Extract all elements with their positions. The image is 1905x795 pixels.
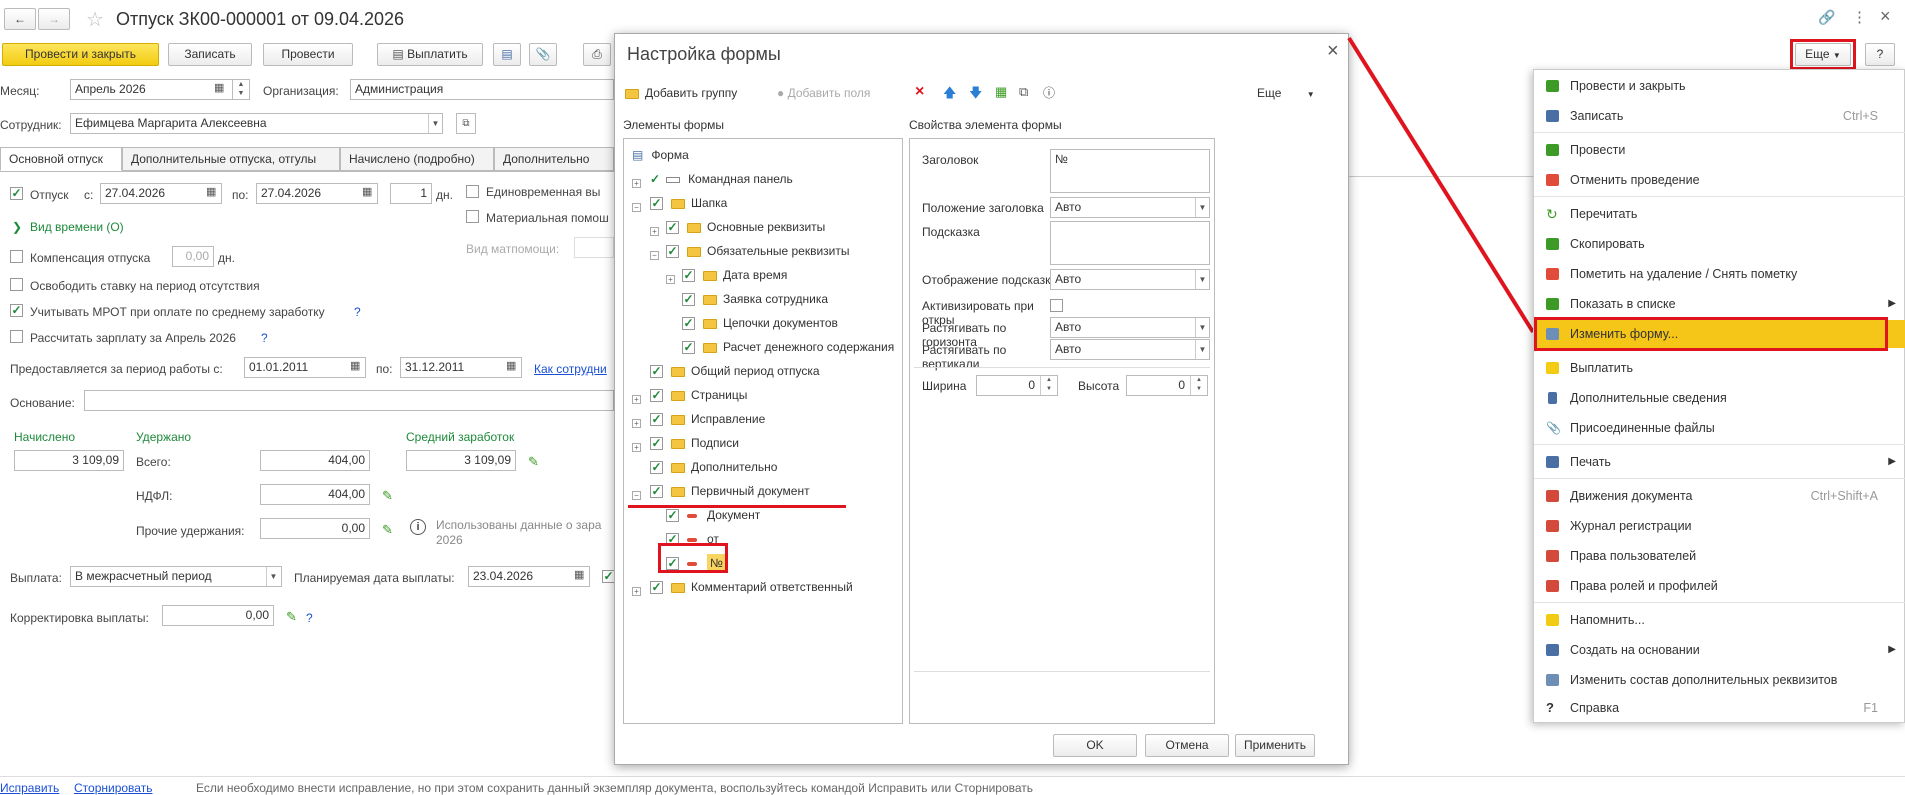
menu-item-label: Отменить проведение bbox=[1570, 173, 1700, 187]
report-icon bbox=[1546, 550, 1559, 562]
menu-item-label: Присоединенные файлы bbox=[1570, 421, 1715, 435]
refresh-icon: ↻ bbox=[1546, 206, 1558, 222]
menu-item-label: Пометить на удаление / Снять пометку bbox=[1570, 267, 1798, 281]
menu-separator bbox=[1534, 132, 1905, 133]
menu-item-user-rights[interactable]: Права пользователей bbox=[1534, 542, 1905, 570]
create-based-icon bbox=[1546, 644, 1559, 656]
menu-item-shortcut: F1 bbox=[1863, 701, 1878, 715]
post-icon bbox=[1546, 144, 1559, 156]
menu-separator bbox=[1534, 196, 1905, 197]
menu-item-event-log[interactable]: Журнал регистрации bbox=[1534, 512, 1905, 540]
menu-item-label: Перечитать bbox=[1570, 207, 1638, 221]
menu-item-print[interactable]: Печать ▶ bbox=[1534, 448, 1905, 476]
menu-item-post[interactable]: Провести bbox=[1534, 136, 1905, 164]
delete-mark-icon bbox=[1546, 268, 1559, 280]
menu-item-label: Создать на основании bbox=[1570, 643, 1700, 657]
menu-item-attached-files[interactable]: 📎 Присоединенные файлы bbox=[1534, 414, 1905, 442]
menu-item-label: Провести bbox=[1570, 143, 1626, 157]
menu-separator bbox=[1534, 444, 1905, 445]
menu-item-label: Провести и закрыть bbox=[1570, 79, 1686, 93]
info-doc-icon bbox=[1548, 392, 1557, 404]
chevron-right-icon: ▶ bbox=[1888, 298, 1896, 309]
printer-icon bbox=[1546, 456, 1559, 468]
paperclip-icon: 📎 bbox=[1546, 421, 1561, 435]
chevron-right-icon: ▶ bbox=[1888, 644, 1896, 655]
menu-separator bbox=[1534, 602, 1905, 603]
list-icon bbox=[1546, 298, 1559, 310]
menu-item-copy[interactable]: Скопировать bbox=[1534, 230, 1905, 258]
pay-icon bbox=[1546, 362, 1559, 374]
menu-item-label: Справка bbox=[1570, 701, 1620, 715]
chevron-right-icon: ▶ bbox=[1888, 456, 1896, 467]
menu-item-label: Движения документа bbox=[1570, 489, 1693, 503]
menu-item-label: Напомнить... bbox=[1570, 613, 1645, 627]
menu-item-shortcut: Ctrl+Shift+A bbox=[1810, 489, 1878, 503]
report-icon bbox=[1546, 580, 1559, 592]
menu-item-post-close[interactable]: Провести и закрыть bbox=[1534, 72, 1905, 100]
menu-item-help[interactable]: ? Справка F1 bbox=[1534, 694, 1905, 722]
report-icon bbox=[1546, 490, 1559, 502]
question-icon: ? bbox=[1546, 700, 1554, 715]
menu-item-unpost[interactable]: Отменить проведение bbox=[1534, 166, 1905, 194]
menu-item-label: Печать bbox=[1570, 455, 1611, 469]
menu-item-label: Журнал регистрации bbox=[1570, 519, 1692, 533]
menu-item-pay[interactable]: Выплатить bbox=[1534, 354, 1905, 382]
menu-item-label: Изменить состав дополнительных реквизито… bbox=[1570, 673, 1838, 687]
more-menu: Провести и закрыть Записать Ctrl+S Прове… bbox=[1533, 69, 1905, 723]
menu-item-reread[interactable]: ↻ Перечитать bbox=[1534, 200, 1905, 228]
post-close-icon bbox=[1546, 80, 1559, 92]
menu-item-write[interactable]: Записать Ctrl+S bbox=[1534, 102, 1905, 130]
menu-item-create-based-on[interactable]: Создать на основании ▶ bbox=[1534, 636, 1905, 664]
menu-item-show-in-list[interactable]: Показать в списке ▶ bbox=[1534, 290, 1905, 318]
menu-item-movements[interactable]: Движения документа Ctrl+Shift+A bbox=[1534, 482, 1905, 510]
menu-item-remind[interactable]: Напомнить... bbox=[1534, 606, 1905, 634]
menu-item-label: Права пользователей bbox=[1570, 549, 1697, 563]
menu-item-label: Выплатить bbox=[1570, 361, 1634, 375]
menu-item-label: Дополнительные сведения bbox=[1570, 391, 1727, 405]
menu-item-label: Показать в списке bbox=[1570, 297, 1676, 311]
edit-form-highlight bbox=[1534, 317, 1888, 351]
menu-item-shortcut: Ctrl+S bbox=[1842, 109, 1878, 123]
report-icon bbox=[1546, 520, 1559, 532]
menu-item-mark-delete[interactable]: Пометить на удаление / Снять пометку bbox=[1534, 260, 1905, 288]
copy-icon bbox=[1546, 238, 1559, 250]
menu-item-additional-info[interactable]: Дополнительные сведения bbox=[1534, 384, 1905, 412]
menu-item-change-attributes[interactable]: Изменить состав дополнительных реквизито… bbox=[1534, 666, 1905, 694]
menu-separator bbox=[1534, 478, 1905, 479]
menu-item-label: Скопировать bbox=[1570, 237, 1645, 251]
menu-item-role-rights[interactable]: Права ролей и профилей bbox=[1534, 572, 1905, 600]
menu-item-label: Записать bbox=[1570, 109, 1624, 123]
unpost-icon bbox=[1546, 174, 1559, 186]
save-icon bbox=[1546, 110, 1559, 122]
attributes-icon bbox=[1546, 674, 1559, 686]
menu-item-label: Права ролей и профилей bbox=[1570, 579, 1718, 593]
reminder-icon bbox=[1546, 614, 1559, 626]
